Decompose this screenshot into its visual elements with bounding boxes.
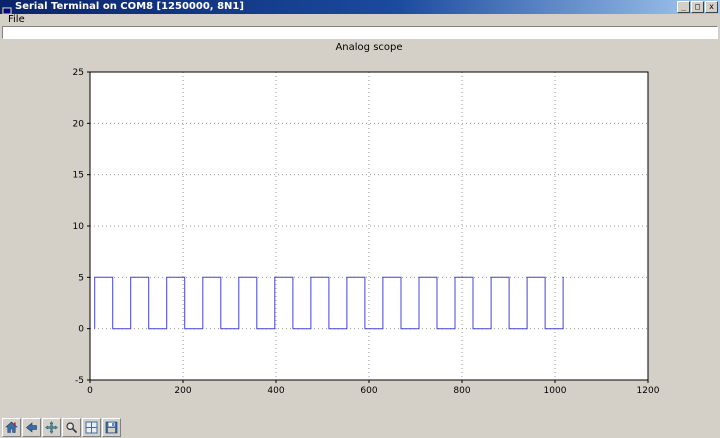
subplots-button[interactable]: [82, 418, 101, 437]
y-tick-label: 20: [73, 119, 85, 129]
floppy-disk-icon: [105, 421, 118, 434]
y-tick-label: 0: [78, 325, 84, 335]
zoom-button[interactable]: [62, 418, 81, 437]
y-tick-label: 15: [73, 171, 84, 181]
window-title: Serial Terminal on COM8 [1250000, 8N1]: [15, 1, 244, 12]
x-tick-label: 200: [174, 386, 191, 396]
axes-area: [90, 72, 648, 380]
x-tick-label: 600: [360, 386, 377, 396]
y-tick-label: 5: [78, 273, 84, 283]
chart-title: Analog scope: [335, 42, 403, 53]
back-button[interactable]: [22, 418, 41, 437]
menu-file[interactable]: File: [3, 14, 30, 26]
x-tick-label: 0: [87, 386, 93, 396]
x-tick-label: 1200: [637, 386, 660, 396]
home-icon: [5, 421, 18, 434]
maximize-button[interactable]: □: [691, 1, 704, 13]
pan-button[interactable]: [42, 418, 61, 437]
back-arrow-icon: [25, 421, 38, 434]
x-tick-label: 800: [453, 386, 470, 396]
app-window: Serial Terminal on COM8 [1250000, 8N1] _…: [0, 0, 720, 438]
app-icon: [1, 2, 13, 18]
save-button[interactable]: [102, 418, 121, 437]
subplots-icon: [85, 421, 98, 434]
menu-bar: File: [0, 14, 720, 26]
x-tick-label: 400: [267, 386, 284, 396]
home-button[interactable]: [2, 418, 21, 437]
y-tick-label: 10: [73, 222, 85, 232]
plot-canvas[interactable]: 0 200 400 600 800 1000 1200-50510152025: [0, 40, 720, 416]
pan-arrows-icon: [45, 421, 58, 434]
title-bar[interactable]: Serial Terminal on COM8 [1250000, 8N1] _…: [0, 0, 720, 18]
x-tick-label: 1000: [544, 386, 567, 396]
minimize-button[interactable]: _: [677, 1, 690, 13]
close-button[interactable]: x: [705, 1, 718, 13]
y-tick-label: 25: [73, 68, 84, 78]
figure-area: 0 200 400 600 800 1000 1200 -5 0 5 10 15 20 25 Analog…: [0, 40, 720, 416]
magnifier-icon: [65, 421, 78, 434]
command-input[interactable]: [2, 26, 718, 39]
y-tick-label: -5: [75, 376, 84, 386]
plot-toolbar: [0, 417, 720, 438]
